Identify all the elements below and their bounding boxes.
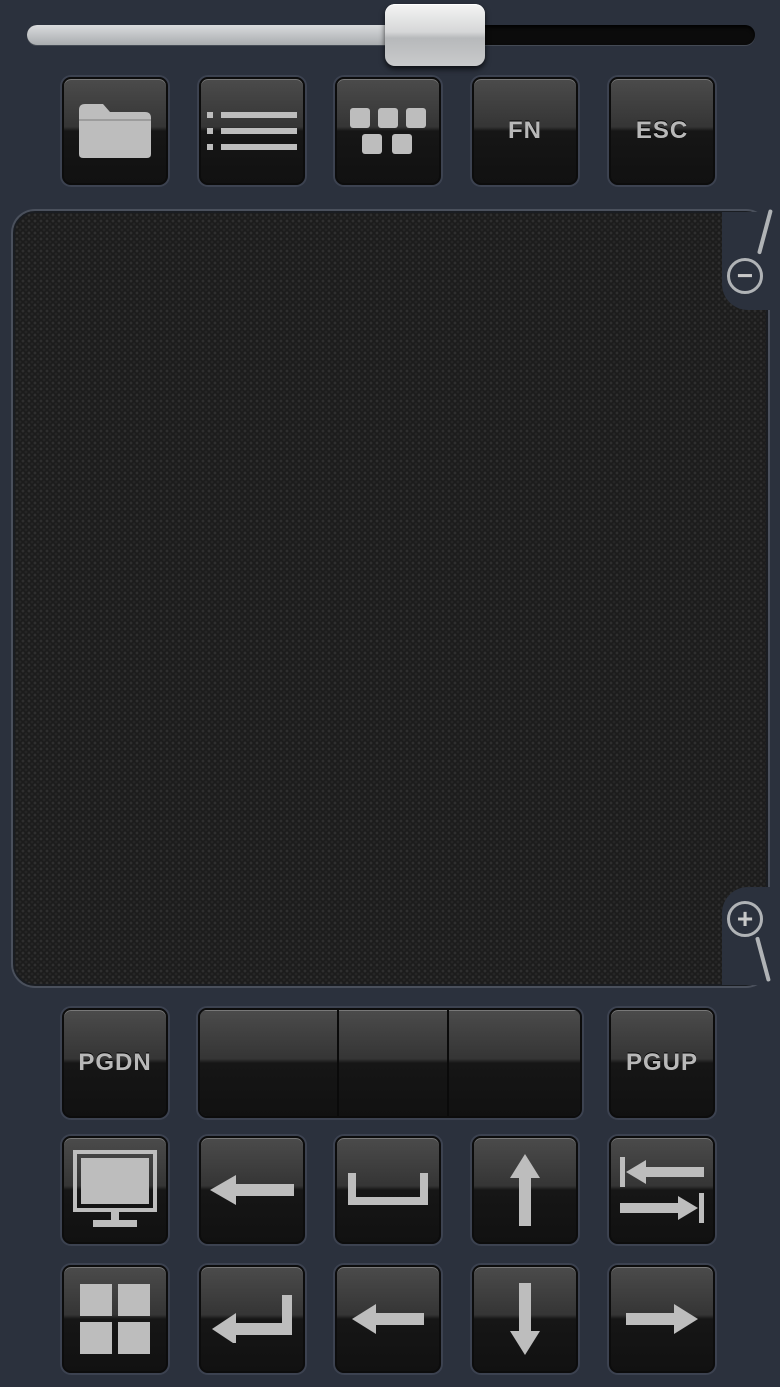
zoom-out-symbol: − — [736, 260, 754, 291]
left-arrow-button[interactable] — [335, 1265, 441, 1373]
touchpad[interactable] — [13, 211, 768, 986]
esc-button[interactable]: ESC — [609, 77, 715, 185]
slider-thumb[interactable] — [384, 4, 485, 66]
left-mouse-button[interactable] — [200, 1010, 337, 1116]
zoom-in-symbol: + — [736, 903, 754, 934]
up-arrow-icon — [510, 1154, 540, 1226]
keyboard-button[interactable] — [335, 77, 441, 185]
space-button[interactable] — [335, 1136, 441, 1244]
folder-icon — [79, 104, 151, 158]
zoom-out-icon[interactable]: − — [727, 258, 763, 294]
desktop-button[interactable] — [62, 1136, 168, 1244]
tab-button[interactable] — [609, 1136, 715, 1244]
zoom-in-icon[interactable]: + — [727, 901, 763, 937]
monitor-icon — [73, 1150, 157, 1227]
fn-label: FN — [508, 117, 542, 144]
list-button[interactable] — [199, 77, 305, 185]
down-arrow-icon — [510, 1283, 540, 1355]
middle-mouse-button[interactable] — [337, 1010, 447, 1116]
tab-icon — [620, 1157, 704, 1223]
esc-label: ESC — [635, 117, 689, 144]
up-arrow-button[interactable] — [472, 1136, 578, 1244]
right-arrow-button[interactable] — [609, 1265, 715, 1373]
slider-fill — [27, 25, 435, 45]
pgup-button[interactable]: PGUP — [609, 1008, 715, 1118]
backspace-arrow-icon — [210, 1175, 294, 1205]
backspace-button[interactable] — [199, 1136, 305, 1244]
right-arrow-icon — [626, 1304, 698, 1334]
windows-icon — [80, 1284, 150, 1354]
folder-button[interactable] — [62, 77, 168, 185]
pgdn-label: PGDN — [78, 1049, 152, 1076]
keyboard-icon — [350, 108, 426, 154]
left-arrow-icon — [352, 1304, 424, 1334]
mouse-buttons — [198, 1008, 582, 1118]
list-icon — [207, 112, 297, 150]
fn-button[interactable]: FN — [472, 77, 578, 185]
enter-button[interactable] — [199, 1265, 305, 1373]
pgdn-button[interactable]: PGDN — [62, 1008, 168, 1118]
down-arrow-button[interactable] — [472, 1265, 578, 1373]
windows-button[interactable] — [62, 1265, 168, 1373]
right-mouse-button[interactable] — [447, 1010, 580, 1116]
pgup-label: PGUP — [625, 1049, 698, 1076]
space-icon — [348, 1173, 428, 1205]
enter-icon — [212, 1295, 292, 1343]
